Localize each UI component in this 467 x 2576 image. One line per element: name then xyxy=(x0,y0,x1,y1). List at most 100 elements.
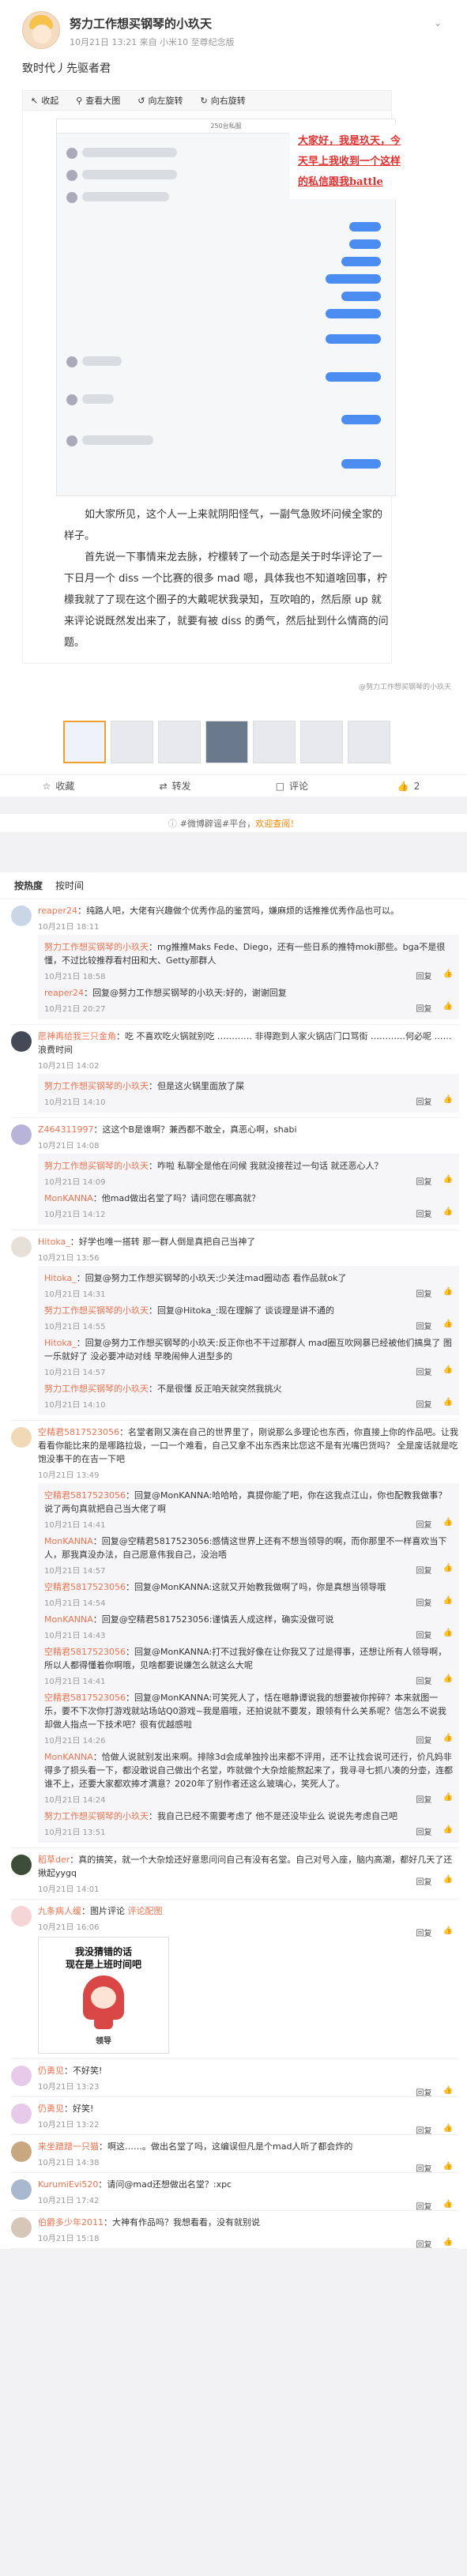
reply-button[interactable]: 回复 xyxy=(416,1175,432,1187)
reply-user[interactable]: Hitoka_ xyxy=(44,1338,77,1348)
collapse-button[interactable]: ↖ 收起 xyxy=(31,94,58,107)
reply-user[interactable]: Hitoka_ xyxy=(44,1273,77,1283)
collect-button[interactable]: ☆ 收藏 xyxy=(0,775,117,797)
reply-button[interactable]: 回复 xyxy=(416,1564,432,1576)
thumbs-up-icon[interactable]: 👍 xyxy=(443,1825,453,1837)
thumbs-up-icon[interactable]: 👍 xyxy=(443,2200,453,2212)
reply-button[interactable]: 回复 xyxy=(416,1825,432,1837)
reply-user[interactable]: MonKANNA xyxy=(44,1536,93,1546)
avatar[interactable] xyxy=(11,1124,32,1145)
notice-link[interactable]: 欢迎查阅！ xyxy=(255,817,299,830)
comment-user[interactable]: 来坐蹭蹭一只猫 xyxy=(38,2141,99,2152)
reply-button[interactable]: 回复 xyxy=(416,970,432,981)
like-button[interactable]: 👍 2 xyxy=(350,775,467,797)
reply-user[interactable]: 努力工作想买钢琴的小玖天 xyxy=(44,942,149,952)
thumbnail[interactable] xyxy=(205,721,248,763)
thumbs-up-icon[interactable]: 👍 xyxy=(443,1320,453,1331)
reply-user[interactable]: 空精君5817523056 xyxy=(44,1693,126,1703)
thumbs-up-icon[interactable]: 👍 xyxy=(443,2162,453,2174)
comment-user[interactable]: KurumiEvi520 xyxy=(38,2179,98,2190)
comment-user[interactable]: 仍勇见 xyxy=(38,2066,64,2076)
repost-button[interactable]: ⇄ 转发 xyxy=(117,775,234,797)
thumbnail[interactable] xyxy=(111,721,153,763)
comment-user[interactable]: 伯爵多少年2011 xyxy=(38,2217,104,2228)
reply-user[interactable]: 空精君5817523056 xyxy=(44,1582,126,1592)
avatar[interactable] xyxy=(11,2179,32,2200)
author-avatar[interactable] xyxy=(22,11,60,49)
comment-user[interactable]: reaper24 xyxy=(38,906,77,916)
avatar[interactable] xyxy=(11,906,32,926)
thumbs-up-icon[interactable]: 👍 xyxy=(443,1629,453,1640)
comment-button[interactable]: □ 评论 xyxy=(234,775,351,797)
avatar[interactable] xyxy=(11,2103,32,2124)
thumbs-up-icon[interactable]: 👍 xyxy=(443,1564,453,1576)
reply-user[interactable]: 努力工作想买钢琴的小玖天 xyxy=(44,1384,149,1394)
thumbnail[interactable] xyxy=(253,721,296,763)
reply-button[interactable]: 回复 xyxy=(416,1287,432,1299)
thumbs-up-icon[interactable]: 👍 xyxy=(443,1875,453,1887)
thumbs-up-icon[interactable]: 👍 xyxy=(443,1175,453,1187)
avatar[interactable] xyxy=(11,1906,32,1926)
reply-button[interactable]: 回复 xyxy=(416,1596,432,1608)
avatar[interactable] xyxy=(11,2066,32,2086)
comment-user[interactable]: 稻草der xyxy=(38,1855,70,1865)
tab-hot[interactable]: 按热度 xyxy=(14,879,43,892)
avatar[interactable] xyxy=(11,1237,32,1257)
reply-button[interactable]: 回复 xyxy=(416,1002,432,1014)
reply-button[interactable]: 回复 xyxy=(416,1793,432,1805)
reply-button[interactable]: 回复 xyxy=(416,1095,432,1107)
thumbs-up-icon[interactable]: 👍 xyxy=(443,2124,453,2136)
thumbs-up-icon[interactable]: 👍 xyxy=(443,1674,453,1686)
reply-button[interactable]: 回复 xyxy=(416,2200,432,2212)
reply-button[interactable]: 回复 xyxy=(416,1674,432,1686)
avatar[interactable] xyxy=(11,1427,32,1448)
thumbs-up-icon[interactable]: 👍 xyxy=(443,1518,453,1530)
reply-user[interactable]: 努力工作想买钢琴的小玖天 xyxy=(44,1081,149,1091)
thumbs-up-icon[interactable]: 👍 xyxy=(443,2086,453,2098)
thumbnail[interactable] xyxy=(348,721,390,763)
reply-user[interactable]: MonKANNA xyxy=(44,1614,93,1625)
thumbs-up-icon[interactable]: 👍 xyxy=(443,1398,453,1410)
comment-user[interactable]: 九条病人缓 xyxy=(38,1906,81,1916)
reply-button[interactable]: 回复 xyxy=(416,1365,432,1377)
reply-button[interactable]: 回复 xyxy=(416,2124,432,2136)
thumbs-up-icon[interactable]: 👍 xyxy=(443,1287,453,1299)
comment-user[interactable]: Z464311997 xyxy=(38,1124,94,1135)
comment-user[interactable]: 空精君5817523056 xyxy=(38,1427,119,1437)
rotate-left-button[interactable]: ↺ 向左旋转 xyxy=(137,94,183,107)
reply-button[interactable]: 回复 xyxy=(416,2238,432,2250)
thumbnail[interactable] xyxy=(63,721,106,763)
comment-user[interactable]: Hitoka_ xyxy=(38,1237,70,1247)
picture-comment-link[interactable]: 评论配图 xyxy=(128,1906,163,1916)
reply-button[interactable]: 回复 xyxy=(416,1398,432,1410)
rotate-right-button[interactable]: ↻ 向右旋转 xyxy=(201,94,246,107)
reply-button[interactable]: 回复 xyxy=(416,1320,432,1331)
reply-user[interactable]: 空精君5817523056 xyxy=(44,1647,126,1657)
thumbnail[interactable] xyxy=(158,721,201,763)
author-name[interactable]: 努力工作想买钢琴的小玖天 xyxy=(70,16,434,32)
reply-user[interactable]: 努力工作想买钢琴的小玖天 xyxy=(44,1161,149,1171)
reply-button[interactable]: 回复 xyxy=(416,2086,432,2098)
reply-user[interactable]: 努力工作想买钢琴的小玖天 xyxy=(44,1811,149,1821)
view-large-button[interactable]: ⚲ 查看大图 xyxy=(76,94,120,107)
reply-user[interactable]: MonKANNA xyxy=(44,1752,93,1762)
tab-time[interactable]: 按时间 xyxy=(55,879,84,892)
thumbs-up-icon[interactable]: 👍 xyxy=(443,1734,453,1746)
reply-button[interactable]: 回复 xyxy=(416,1629,432,1640)
post-image[interactable]: 250台私服 大家好，我是玖天，今天早上我收到一个这样的私信跟我battle 如… xyxy=(22,111,409,664)
thumbnail[interactable] xyxy=(300,721,343,763)
reply-user[interactable]: MonKANNA xyxy=(44,1193,93,1203)
chevron-down-icon[interactable]: ⌄ xyxy=(434,17,445,28)
thumbs-up-icon[interactable]: 👍 xyxy=(443,2238,453,2250)
avatar[interactable] xyxy=(11,2141,32,2162)
reply-button[interactable]: 回复 xyxy=(416,1926,432,1938)
avatar[interactable] xyxy=(11,1031,32,1052)
comment-user[interactable]: 愿神再给我三只金角 xyxy=(38,1031,116,1041)
avatar[interactable] xyxy=(11,1855,32,1875)
reply-button[interactable]: 回复 xyxy=(416,1207,432,1219)
comment-image[interactable]: 我没猜错的话 现在是上班时间吧 领导 xyxy=(38,1937,169,2054)
thumbs-up-icon[interactable]: 👍 xyxy=(443,1207,453,1219)
thumbs-up-icon[interactable]: 👍 xyxy=(443,1926,453,1938)
reply-button[interactable]: 回复 xyxy=(416,1875,432,1887)
reply-user[interactable]: reaper24 xyxy=(44,988,84,998)
